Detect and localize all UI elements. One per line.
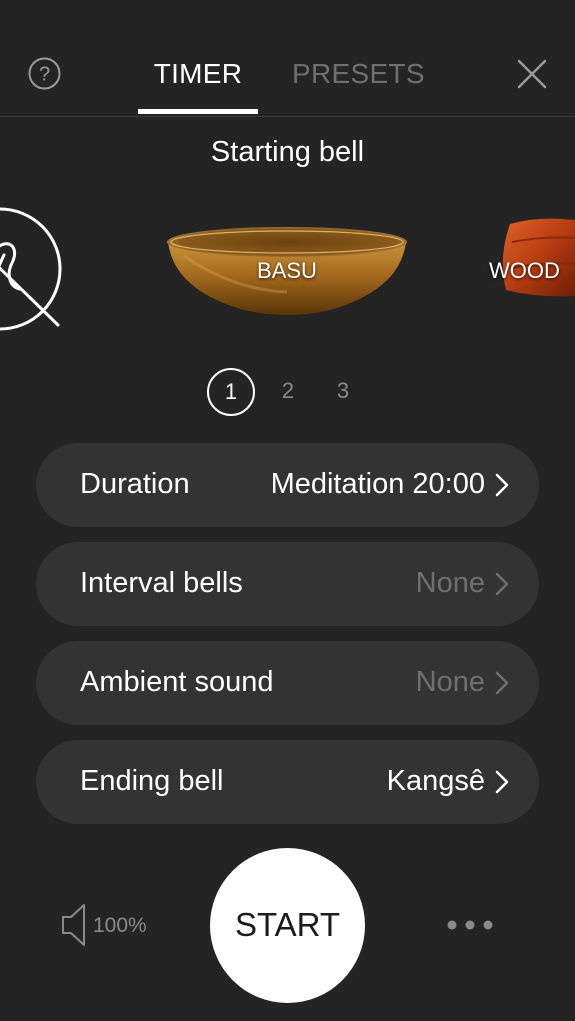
top-tab-bar: ? TIMER PRESETS	[0, 0, 575, 117]
no-bell-icon[interactable]	[0, 207, 64, 332]
page-indicator-1[interactable]: 1	[207, 368, 255, 416]
ambient-sound-row[interactable]: Ambient sound None	[36, 641, 539, 725]
interval-bells-label: Interval bells	[80, 567, 243, 599]
svg-text:?: ?	[39, 64, 50, 86]
chevron-right-icon	[495, 671, 509, 695]
page-indicator-3[interactable]: 3	[328, 378, 358, 404]
duration-value: Meditation 20:00	[270, 468, 485, 500]
chevron-right-icon	[495, 770, 509, 794]
page-indicator-2[interactable]: 2	[273, 378, 303, 404]
more-dots-icon[interactable]	[445, 918, 495, 932]
bell-basu-label: BASU	[257, 258, 317, 283]
tab-presets[interactable]: PRESETS	[292, 58, 425, 90]
starting-bell-title: Starting bell	[210, 136, 365, 168]
ending-bell-row[interactable]: Ending bell Kangsê	[36, 740, 539, 824]
ambient-sound-value: None	[415, 666, 485, 698]
meditation-timer-screen: ? TIMER PRESETS Starting bell BASU WOOD …	[0, 0, 575, 1021]
interval-bells-row[interactable]: Interval bells None	[36, 542, 539, 626]
active-tab-indicator	[138, 109, 258, 114]
tab-timer[interactable]: TIMER	[138, 58, 258, 90]
speaker-icon[interactable]	[60, 902, 88, 948]
interval-bells-value: None	[415, 567, 485, 599]
volume-level[interactable]: 100%	[93, 914, 147, 938]
chevron-right-icon	[495, 572, 509, 596]
start-button[interactable]: START	[210, 848, 365, 1003]
chevron-right-icon	[495, 473, 509, 497]
help-icon[interactable]: ?	[28, 57, 61, 90]
close-icon[interactable]	[516, 58, 548, 90]
ending-bell-label: Ending bell	[80, 765, 224, 797]
start-label: START	[234, 906, 341, 943]
ambient-sound-label: Ambient sound	[80, 666, 274, 698]
bell-wood-label: WOOD	[489, 258, 560, 283]
duration-label: Duration	[80, 468, 190, 500]
ending-bell-value: Kangsê	[386, 765, 485, 797]
duration-row[interactable]: Duration Meditation 20:00	[36, 443, 539, 527]
